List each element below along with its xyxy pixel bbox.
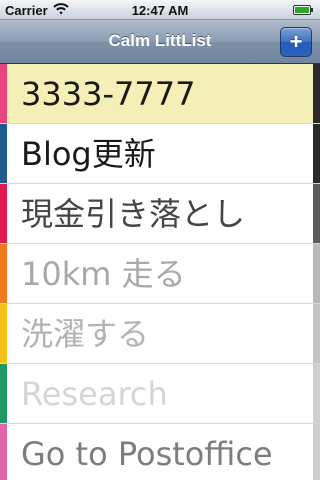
color-tag-stripe	[0, 244, 7, 303]
task-label: 10km 走る	[21, 255, 186, 293]
color-tag-stripe	[0, 124, 7, 183]
color-tag-stripe	[0, 364, 7, 423]
color-tag-stripe	[0, 64, 7, 123]
task-label: 現金引き落とし	[21, 195, 246, 233]
task-list[interactable]: 3333-7777 Blog更新現金引き落とし 10km 走る 洗濯する Researc…	[0, 64, 320, 480]
task-label: Blog更新	[21, 135, 156, 173]
row-edge-marker	[313, 304, 320, 363]
color-tag-stripe	[0, 304, 7, 363]
task-row[interactable]: 現金引き落とし	[0, 184, 320, 244]
navigation-bar: Calm LittList +	[0, 20, 320, 64]
row-edge-marker	[313, 244, 320, 303]
row-edge-marker	[313, 364, 320, 423]
task-label: 3333-7777	[21, 75, 196, 113]
status-bar: Carrier 12:47 AM	[0, 0, 320, 20]
task-row[interactable]: Blog更新	[0, 124, 320, 184]
nav-title: Calm LittList	[108, 31, 212, 50]
status-time: 12:47 AM	[131, 3, 189, 18]
task-label: 洗濯する	[21, 315, 150, 353]
add-item-button[interactable]: +	[280, 27, 312, 57]
color-tag-stripe	[0, 184, 7, 243]
row-edge-marker	[313, 64, 320, 123]
plus-icon: +	[289, 29, 303, 54]
task-row[interactable]: 洗濯する	[0, 304, 320, 364]
row-edge-marker	[313, 124, 320, 183]
task-label: Research	[21, 375, 168, 413]
row-edge-marker	[313, 184, 320, 243]
task-row[interactable]: 10km 走る	[0, 244, 320, 304]
task-row[interactable]: Research	[0, 364, 320, 424]
row-edge-marker	[313, 424, 320, 480]
task-row[interactable]: Go to Postoffice	[0, 424, 320, 480]
task-row[interactable]: 3333-7777	[0, 64, 320, 124]
color-tag-stripe	[0, 424, 7, 480]
battery-icon	[293, 5, 315, 15]
task-label: Go to Postoffice	[21, 435, 273, 473]
